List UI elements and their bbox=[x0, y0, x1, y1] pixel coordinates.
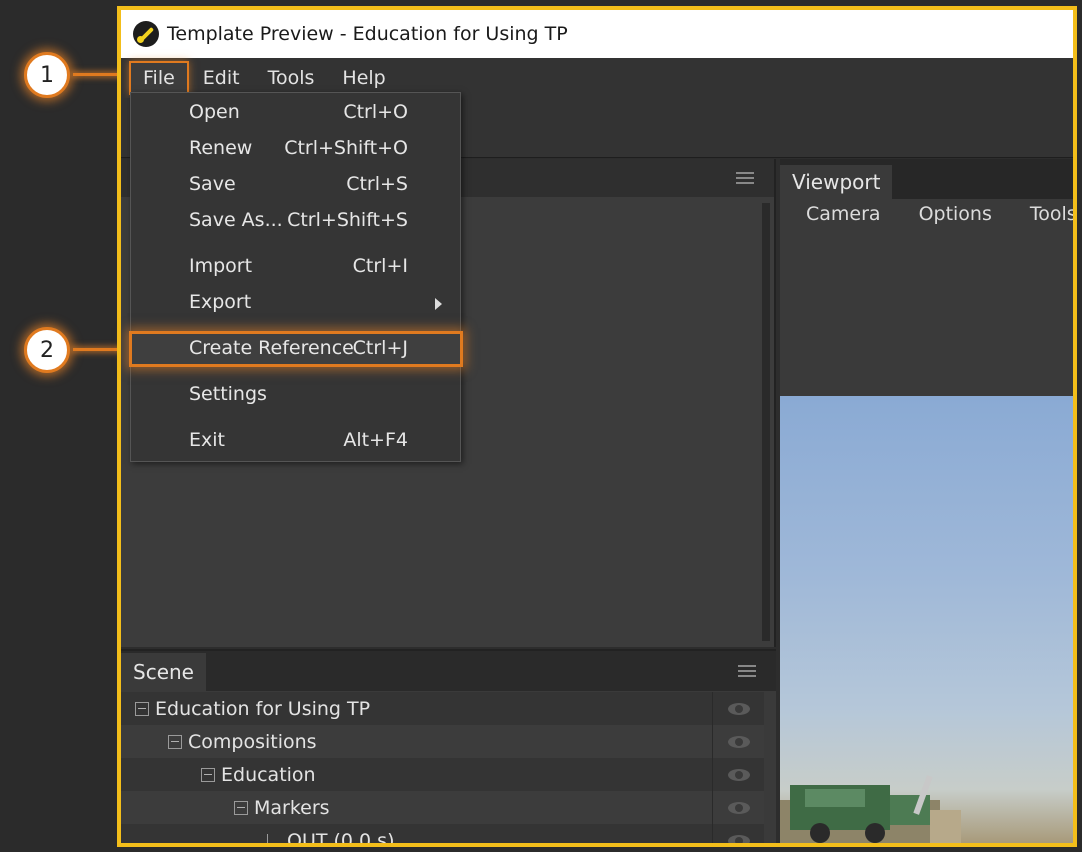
menu-item-label: Import bbox=[189, 255, 253, 277]
scene-panel-menu-icon[interactable] bbox=[738, 665, 756, 677]
viewport-preview-image[interactable] bbox=[780, 396, 1073, 843]
visibility-toggle[interactable] bbox=[712, 725, 764, 758]
visibility-toggle[interactable] bbox=[712, 791, 764, 824]
tab-viewport[interactable]: Viewport bbox=[780, 165, 893, 199]
viewport-menu-camera[interactable]: Camera bbox=[794, 203, 893, 239]
callout-1-number: 1 bbox=[40, 62, 54, 88]
menu-item-shortcut: Ctrl+Shift+S bbox=[287, 209, 408, 231]
eye-icon bbox=[727, 702, 750, 715]
menu-item-open[interactable]: Open Ctrl+O bbox=[131, 96, 460, 130]
title-bar: Template Preview - Education for Using T… bbox=[121, 10, 1073, 58]
menu-item-renew[interactable]: Renew Ctrl+Shift+O bbox=[131, 132, 460, 166]
tree-item-label: Markers bbox=[254, 796, 330, 819]
viewport-menu-bar: Camera Options Tools bbox=[780, 203, 1073, 239]
tree-item-label: Compositions bbox=[188, 730, 317, 753]
menu-item-label: Export bbox=[189, 291, 252, 313]
menu-item-shortcut: Ctrl+S bbox=[346, 173, 408, 195]
menu-item-export[interactable]: Export bbox=[131, 286, 460, 320]
callout-2: 2 bbox=[24, 327, 70, 373]
harvester-image bbox=[780, 775, 961, 843]
eye-icon bbox=[727, 834, 750, 843]
menu-item-label: Settings bbox=[189, 383, 267, 405]
menu-item-label: Save As... bbox=[189, 209, 283, 231]
tree-connector-icon bbox=[267, 833, 281, 843]
menu-item-save[interactable]: Save Ctrl+S bbox=[131, 168, 460, 202]
menu-item-import[interactable]: Import Ctrl+I bbox=[131, 250, 460, 284]
viewport-menu-options[interactable]: Options bbox=[907, 203, 1004, 239]
tree-row[interactable]: OUT (0.0 s) bbox=[121, 824, 764, 847]
properties-panel-scrollbar[interactable] bbox=[762, 203, 770, 641]
menu-tools[interactable]: Tools bbox=[256, 63, 327, 93]
menu-item-label: Renew bbox=[189, 137, 253, 159]
visibility-toggle[interactable] bbox=[712, 758, 764, 791]
create-reference-highlight bbox=[129, 331, 463, 367]
file-menu-dropdown: Open Ctrl+O Renew Ctrl+Shift+O Save Ctrl… bbox=[130, 92, 461, 462]
tree-row[interactable]: Education bbox=[121, 758, 764, 791]
menu-item-exit[interactable]: Exit Alt+F4 bbox=[131, 424, 460, 458]
scene-tab-bar: Scene bbox=[121, 651, 776, 691]
tab-scene[interactable]: Scene bbox=[121, 653, 206, 691]
tree-row[interactable]: Markers bbox=[121, 791, 764, 824]
viewport-panel: Viewport Camera Options Tools bbox=[780, 159, 1073, 843]
menu-item-label: Exit bbox=[189, 429, 225, 451]
viewport-tab-bar: Viewport bbox=[780, 159, 1073, 199]
eye-icon bbox=[727, 735, 750, 748]
menu-item-label: Open bbox=[189, 101, 240, 123]
scene-panel: Scene Education for Using TP Composition… bbox=[121, 649, 776, 843]
scene-tree: Education for Using TP Compositions Educ… bbox=[121, 692, 764, 847]
eye-icon bbox=[727, 801, 750, 814]
menu-item-save-as[interactable]: Save As... Ctrl+Shift+S bbox=[131, 204, 460, 238]
viewport-menu-tools[interactable]: Tools bbox=[1018, 203, 1073, 239]
tree-item-label: Education bbox=[221, 763, 316, 786]
collapse-icon[interactable] bbox=[234, 800, 248, 815]
tree-row[interactable]: Education for Using TP bbox=[121, 692, 764, 725]
collapse-icon[interactable] bbox=[201, 767, 215, 782]
collapse-icon[interactable] bbox=[168, 734, 182, 749]
tree-item-label: OUT (0.0 s) bbox=[287, 829, 395, 847]
callout-1: 1 bbox=[24, 52, 70, 98]
submenu-arrow-icon bbox=[435, 298, 442, 310]
menu-item-shortcut: Ctrl+Shift+O bbox=[284, 137, 408, 159]
menu-help[interactable]: Help bbox=[330, 63, 397, 93]
collapse-icon[interactable] bbox=[135, 701, 149, 716]
menu-file[interactable]: File bbox=[129, 61, 189, 95]
menu-item-shortcut: Ctrl+I bbox=[352, 255, 408, 277]
tree-row[interactable]: Compositions bbox=[121, 725, 764, 758]
window-title: Template Preview - Education for Using T… bbox=[167, 23, 568, 45]
visibility-toggle[interactable] bbox=[712, 824, 764, 843]
menu-item-shortcut: Alt+F4 bbox=[343, 429, 408, 451]
panel-menu-icon[interactable] bbox=[736, 172, 754, 184]
callout-2-number: 2 bbox=[40, 337, 54, 363]
app-logo-icon bbox=[133, 21, 159, 47]
menu-item-label: Save bbox=[189, 173, 236, 195]
tree-item-label: Education for Using TP bbox=[155, 697, 371, 720]
menu-item-settings[interactable]: Settings bbox=[131, 378, 460, 412]
menu-edit[interactable]: Edit bbox=[191, 63, 252, 93]
visibility-toggle[interactable] bbox=[712, 692, 764, 725]
eye-icon bbox=[727, 768, 750, 781]
menu-item-shortcut: Ctrl+O bbox=[343, 101, 408, 123]
